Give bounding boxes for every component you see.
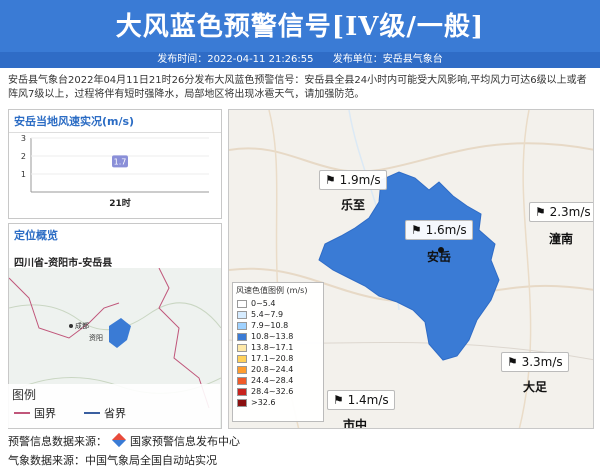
page-title: 大风蓝色预警信号[IV级/一般] (115, 12, 485, 42)
scale-row: 28.4~32.6 (233, 386, 323, 397)
map-label-lezhi: 乐至 (341, 198, 366, 212)
footer-source1-label: 预警信息数据来源： (8, 435, 107, 448)
scale-row: 13.8~17.1 (233, 342, 323, 353)
scale-label: 0~5.4 (251, 299, 276, 308)
boundary-legend-items: 国界 省界 (8, 405, 220, 421)
national-border-label: 国界 (34, 407, 56, 420)
y-tick-label: 1 (21, 170, 26, 179)
location-title: 定位概览 (14, 229, 58, 242)
wind-reading-tongnan[interactable]: ⚑ 2.3m/s (529, 202, 593, 222)
wind-flag-icon: ⚑ (507, 355, 518, 369)
scale-row: 17.1~20.8 (233, 353, 323, 364)
wind-reading-anyue[interactable]: ⚑ 1.6m/s (405, 220, 473, 240)
scale-label: 10.8~13.8 (251, 332, 294, 341)
province-border-icon (84, 412, 100, 414)
scale-row: >32.6 (233, 397, 323, 408)
footer-source-warning: 预警信息数据来源： 国家预警信息发布中心 (8, 432, 240, 449)
chengdu-marker (69, 324, 73, 328)
warning-center-logo-icon (111, 432, 126, 448)
ziyang-label: 资阳 (89, 333, 103, 342)
scale-label: 5.4~7.9 (251, 310, 284, 319)
wind-reading-lezhi[interactable]: ⚑ 1.9m/s (319, 170, 387, 190)
location-path: 四川省-资阳市-安岳县 (14, 258, 113, 269)
map-label-tongnan: 潼南 (549, 232, 574, 246)
wind-speed-scale: 风速色值图例 (m/s) 0~5.4 5.4~7.9 7.9~10.8 10.8~13… (232, 282, 324, 422)
wind-flag-icon: ⚑ (325, 173, 336, 187)
scale-label: 7.9~10.8 (251, 321, 289, 330)
wind-flag-icon: ⚑ (333, 393, 344, 407)
scale-swatch (237, 310, 247, 319)
map-label-dazu: 大足 (523, 380, 548, 394)
scale-label: 24.4~28.4 (251, 376, 294, 385)
wind-chart-panel: 安岳当地风速实况(m/s) 1 2 3 1.7 21时 (8, 109, 222, 219)
footer-source-weather: 气象数据来源：中国气象局全国自动站实况 (8, 454, 217, 467)
scale-row: 7.9~10.8 (233, 320, 323, 331)
scale-row: 24.4~28.4 (233, 375, 323, 386)
boundary-legend-title: 图例 (12, 388, 37, 402)
data-label: 1.7 (114, 157, 127, 166)
scale-label: 13.8~17.1 (251, 343, 294, 352)
scale-label: 28.4~32.6 (251, 387, 294, 396)
publish-info-bar: 发布时间：2022-04-11 21:26:55 发布单位：安岳县气象台 (0, 52, 600, 68)
province-border-label: 省界 (104, 407, 126, 420)
scale-swatch (237, 398, 247, 407)
chengdu-label: 成都 (75, 321, 89, 330)
publisher: 发布单位：安岳县气象台 (332, 54, 443, 65)
y-tick-label: 3 (21, 134, 26, 143)
footer-source1-org: 国家预警信息发布中心 (130, 435, 240, 448)
scale-row: 5.4~7.9 (233, 309, 323, 320)
scale-swatch (237, 365, 247, 374)
scale-swatch (237, 376, 247, 385)
y-tick-label: 2 (21, 152, 26, 161)
scale-swatch (237, 332, 247, 341)
scale-swatch (237, 354, 247, 363)
scale-row: 0~5.4 (233, 298, 323, 309)
wind-flag-icon: ⚑ (535, 205, 546, 219)
wind-reading-shizhong[interactable]: ⚑ 1.4m/s (327, 390, 395, 410)
scale-label: 20.8~24.4 (251, 365, 294, 374)
map-label-shizhong: 市中 (343, 418, 368, 429)
page-header: 大风蓝色预警信号[IV级/一般] (0, 0, 600, 52)
map-label-anyue: 安岳 (427, 250, 452, 264)
national-border-icon (14, 412, 30, 414)
wind-flag-icon: ⚑ (411, 223, 422, 237)
scale-swatch (237, 321, 247, 330)
scale-row: 20.8~24.4 (233, 364, 323, 375)
warning-message: 安岳县气象台2022年04月11日21时26分发布大风蓝色预警信号：安岳县全县2… (8, 75, 587, 100)
wind-reading-dazu[interactable]: ⚑ 3.3m/s (501, 352, 569, 372)
scale-swatch (237, 387, 247, 396)
wind-chart: 1 2 3 1.7 21时 (21, 134, 209, 209)
scale-swatch (237, 343, 247, 352)
scale-swatch (237, 299, 247, 308)
publish-time: 发布时间：2022-04-11 21:26:55 (157, 54, 314, 65)
scale-label: 17.1~20.8 (251, 354, 294, 363)
scale-row: 10.8~13.8 (233, 331, 323, 342)
scale-label: >32.6 (251, 398, 276, 407)
x-tick-label: 21时 (109, 197, 131, 209)
wind-speed-scale-rows: 0~5.4 5.4~7.9 7.9~10.8 10.8~13.8 13.8~17.1 17… (233, 298, 323, 408)
boundary-legend: 图例 国界 省界 (8, 384, 220, 428)
wind-speed-scale-title: 风速色值图例 (m/s) (236, 286, 308, 295)
